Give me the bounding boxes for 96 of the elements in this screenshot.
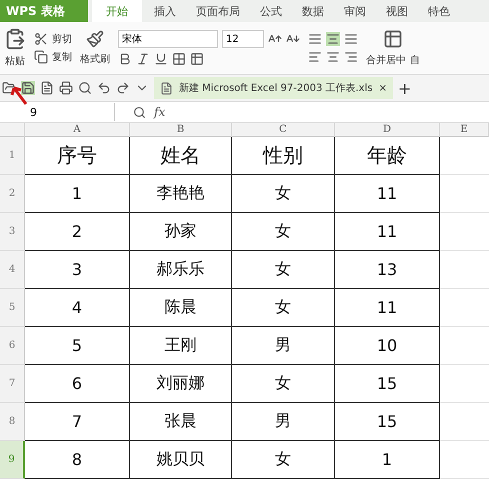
document-icon[interactable] — [40, 81, 54, 95]
function-label[interactable]: fx — [154, 105, 166, 119]
bold-icon[interactable] — [118, 52, 132, 66]
table-cell: 刘丽娜 — [130, 365, 232, 403]
paste-icon[interactable] — [4, 28, 26, 50]
row-header[interactable]: 9 — [0, 441, 25, 479]
table-cell: 15 — [335, 403, 440, 441]
column-header[interactable]: D — [335, 123, 440, 137]
format-painter-button[interactable]: 格式刷 — [80, 52, 110, 66]
table-cell: 11 — [335, 289, 440, 327]
save-icon[interactable] — [21, 81, 35, 95]
table-cell: 女 — [232, 213, 335, 251]
align-center-icon[interactable] — [326, 50, 340, 64]
copy-icon[interactable] — [34, 50, 48, 64]
italic-icon[interactable] — [136, 52, 150, 66]
table-cell: 男 — [232, 403, 335, 441]
table-cell: 1 — [25, 175, 130, 213]
ribbon-tab[interactable]: 插入 — [146, 0, 184, 22]
table-cell: 郝乐乐 — [130, 251, 232, 289]
table-cell: 李艳艳 — [130, 175, 232, 213]
table-cell: 5 — [25, 327, 130, 365]
search-icon[interactable] — [133, 106, 146, 118]
table-cell: 10 — [335, 327, 440, 365]
table-cell: 15 — [335, 365, 440, 403]
ribbon-tab[interactable]: 视图 — [378, 0, 416, 22]
row-header[interactable]: 6 — [0, 327, 25, 365]
table-cell: 王刚 — [130, 327, 232, 365]
table-cell: 孙家 — [130, 213, 232, 251]
table-cell: 8 — [25, 441, 130, 479]
align-bottom-icon[interactable] — [344, 32, 358, 46]
row-header[interactable]: 5 — [0, 289, 25, 327]
copy-button[interactable]: 复制 — [52, 50, 72, 64]
row-header[interactable]: 4 — [0, 251, 25, 289]
column-header[interactable]: E — [440, 123, 489, 137]
table-cell: 张晨 — [130, 403, 232, 441]
table-cell: 4 — [25, 289, 130, 327]
column-header[interactable]: A — [25, 123, 130, 137]
cut-button[interactable]: 剪切 — [52, 32, 72, 46]
merge-center-button[interactable]: 合并居中 — [366, 53, 406, 67]
table-cell: 女 — [232, 365, 335, 403]
table-cell: 年龄 — [335, 137, 440, 175]
align-top-icon[interactable] — [308, 32, 322, 46]
document-tab[interactable]: 新建 Microsoft Excel 97-2003 工作表.xls × — [154, 77, 393, 99]
underline-icon[interactable] — [154, 52, 168, 66]
borders-icon[interactable] — [172, 52, 186, 66]
table-cell: 姓名 — [130, 137, 232, 175]
column-header[interactable]: B — [130, 123, 232, 137]
ribbon-tab[interactable]: 数据 — [294, 0, 332, 22]
column-header[interactable]: C — [232, 123, 335, 137]
preview-icon[interactable] — [78, 81, 92, 95]
cut-off-label: 自 — [410, 54, 420, 67]
undo-icon[interactable] — [97, 81, 111, 95]
scissors-icon[interactable] — [34, 32, 48, 46]
font-size-select[interactable]: 12 — [222, 30, 264, 48]
paste-button[interactable]: 粘贴 — [5, 54, 25, 68]
table-cell: 11 — [335, 175, 440, 213]
merge-cells-icon[interactable] — [383, 29, 403, 49]
ribbon-tab[interactable]: 页面布局 — [188, 0, 248, 22]
table-cell: 序号 — [25, 137, 130, 175]
table-cell: 女 — [232, 289, 335, 327]
align-right-icon[interactable] — [344, 50, 358, 64]
table-cell: 3 — [25, 251, 130, 289]
ribbon-tab[interactable]: 公式 — [252, 0, 290, 22]
table-cell: 女 — [232, 441, 335, 479]
table-cell: 1 — [335, 441, 440, 479]
row-header[interactable]: 3 — [0, 213, 25, 251]
paintbrush-icon[interactable] — [86, 30, 104, 48]
align-middle-icon[interactable] — [326, 32, 340, 46]
document-title: 新建 Microsoft Excel 97-2003 工作表.xls — [179, 82, 373, 95]
table-cell: 陈晨 — [130, 289, 232, 327]
close-button[interactable]: × — [378, 82, 387, 94]
new-tab-button[interactable]: + — [398, 78, 412, 98]
ribbon-tab[interactable]: 开始 — [92, 0, 142, 22]
name-box[interactable]: 9 — [0, 103, 115, 121]
table-cell: 2 — [25, 213, 130, 251]
table-cell: 7 — [25, 403, 130, 441]
row-header[interactable]: 7 — [0, 365, 25, 403]
redo-icon[interactable] — [116, 81, 130, 95]
table-cell: 男 — [232, 327, 335, 365]
table-cell: 11 — [335, 213, 440, 251]
font-name-select[interactable]: 宋体 — [118, 30, 218, 48]
table-cell: 13 — [335, 251, 440, 289]
align-left-icon[interactable] — [308, 50, 322, 64]
table-cell: 女 — [232, 175, 335, 213]
table-cell: 姚贝贝 — [130, 441, 232, 479]
spreadsheet-file-icon — [160, 82, 173, 94]
table-cell: 女 — [232, 251, 335, 289]
ribbon-tab[interactable]: 特色 — [420, 0, 458, 22]
table-cell: 性别 — [232, 137, 335, 175]
row-header[interactable]: 2 — [0, 175, 25, 213]
printer-icon[interactable] — [59, 81, 73, 95]
row-header[interactable]: 1 — [0, 137, 25, 175]
ribbon-tab[interactable]: 审阅 — [336, 0, 374, 22]
folder-icon[interactable] — [2, 81, 16, 95]
table-cell: 6 — [25, 365, 130, 403]
row-header[interactable]: 8 — [0, 403, 25, 441]
